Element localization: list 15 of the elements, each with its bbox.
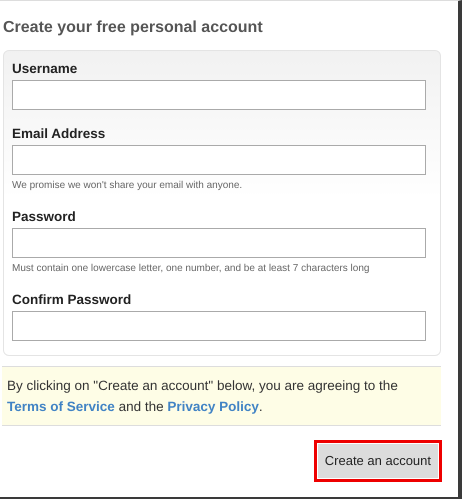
field-label: Password [12,208,77,226]
field-hint: We promise we won't share your email with anyone. [12,179,244,193]
form-heading: Create your free personal account [3,18,264,38]
field-label: Confirm Password [12,291,132,309]
input-field[interactable] [12,80,426,110]
field-label: Username [12,60,78,78]
terms-link[interactable]: Terms of Service [7,399,115,414]
privacy-link[interactable]: Privacy Policy [167,399,259,414]
field-hint: Must contain one lowercase letter, one number, and be at least 7 characters long [12,262,370,276]
input-field[interactable] [12,145,426,175]
input-field[interactable] [12,228,426,258]
agreement-text: By clicking on "Create an account" below, you are agreeing to the Terms of Service and the Privacy Policy. [7,377,399,416]
field-label: Email Address [12,125,106,143]
create-account-button[interactable]: Create an account [318,444,438,478]
input-field[interactable] [12,311,426,341]
